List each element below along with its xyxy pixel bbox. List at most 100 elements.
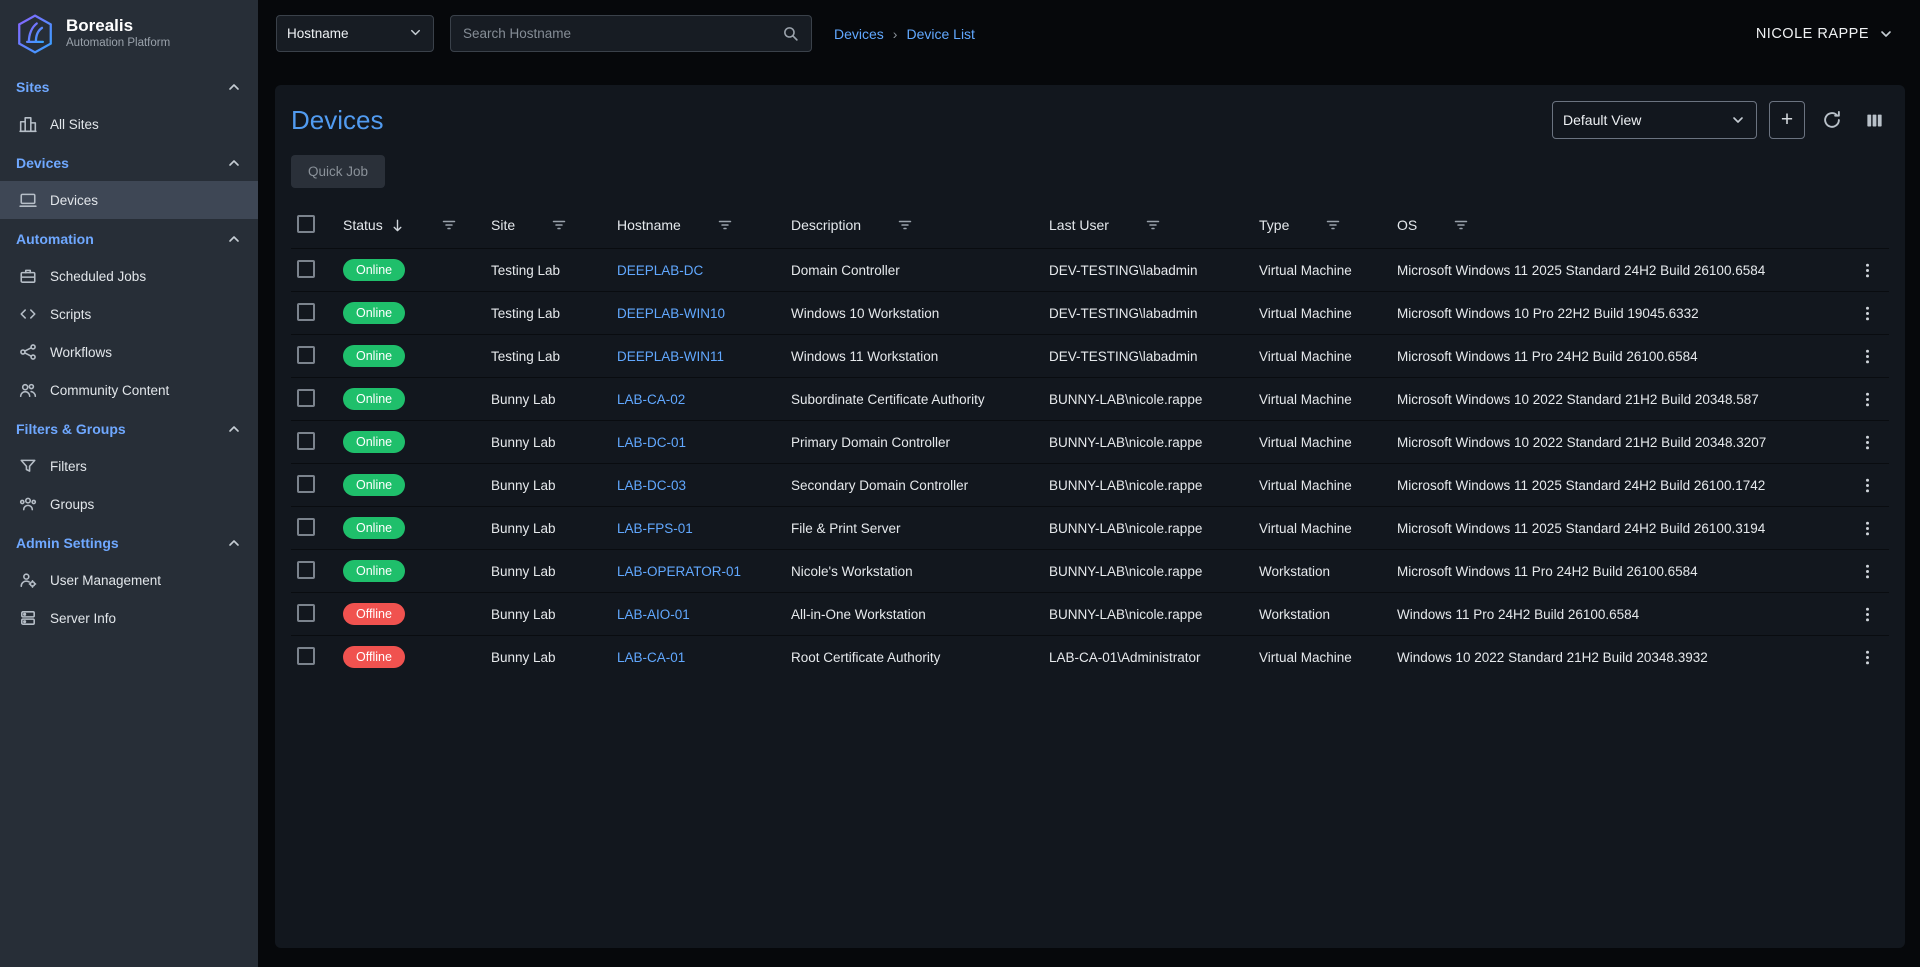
filter-icon[interactable] xyxy=(1453,217,1469,233)
sidebar-item-label: Server Info xyxy=(50,611,116,626)
table-row: Online Bunny Lab LAB-FPS-01 File & Print… xyxy=(291,506,1889,549)
row-actions-button[interactable] xyxy=(1845,262,1889,279)
sort-desc-icon[interactable] xyxy=(390,218,405,233)
description-cell: Windows 10 Workstation xyxy=(787,306,1045,321)
sidebar-item-filters[interactable]: Filters xyxy=(0,447,258,485)
hostname-link[interactable]: LAB-CA-01 xyxy=(613,650,787,665)
column-header-type[interactable]: Type xyxy=(1255,217,1393,233)
borealis-logo-icon xyxy=(14,13,56,55)
filter-icon[interactable] xyxy=(551,217,567,233)
sidebar-item-community-content[interactable]: Community Content xyxy=(0,371,258,409)
search-icon[interactable] xyxy=(782,25,799,42)
sidebar-section-admin-settings[interactable]: Admin Settings xyxy=(0,523,258,561)
filter-icon[interactable] xyxy=(717,217,733,233)
column-settings-button[interactable] xyxy=(1859,105,1889,135)
filter-icon[interactable] xyxy=(1325,217,1341,233)
row-checkbox[interactable] xyxy=(297,432,315,450)
hostname-link[interactable]: DEEPLAB-DC xyxy=(613,263,787,278)
row-checkbox[interactable] xyxy=(297,260,315,278)
row-checkbox[interactable] xyxy=(297,303,315,321)
user-gear-icon xyxy=(19,571,37,589)
add-view-button[interactable]: + xyxy=(1769,101,1805,139)
hostname-link[interactable]: LAB-OPERATOR-01 xyxy=(613,564,787,579)
breadcrumb-devices[interactable]: Devices xyxy=(834,26,884,42)
os-cell: Microsoft Windows 11 2025 Standard 24H2 … xyxy=(1393,263,1845,278)
row-checkbox[interactable] xyxy=(297,647,315,665)
kebab-menu-icon xyxy=(1859,649,1876,666)
hostname-link[interactable]: LAB-FPS-01 xyxy=(613,521,787,536)
row-actions-button[interactable] xyxy=(1845,520,1889,537)
chevron-down-icon xyxy=(408,25,423,43)
row-checkbox[interactable] xyxy=(297,561,315,579)
last-user-cell: DEV-TESTING\labadmin xyxy=(1045,306,1255,321)
last-user-cell: BUNNY-LAB\nicole.rappe xyxy=(1045,435,1255,450)
breadcrumb-device-list[interactable]: Device List xyxy=(906,26,974,42)
sidebar-item-user-management[interactable]: User Management xyxy=(0,561,258,599)
section-label: Automation xyxy=(16,231,94,247)
filter-icon[interactable] xyxy=(1145,217,1161,233)
sidebar-item-server-info[interactable]: Server Info xyxy=(0,599,258,637)
row-actions-button[interactable] xyxy=(1845,606,1889,623)
quick-job-button[interactable]: Quick Job xyxy=(291,155,385,188)
row-checkbox[interactable] xyxy=(297,346,315,364)
row-actions-button[interactable] xyxy=(1845,348,1889,365)
user-menu[interactable]: NICOLE RAPPE xyxy=(1756,26,1894,42)
sidebar-item-workflows[interactable]: Workflows xyxy=(0,333,258,371)
search-input[interactable] xyxy=(463,26,782,41)
table-row: Online Testing Lab DEEPLAB-WIN11 Windows… xyxy=(291,334,1889,377)
column-header-status[interactable]: Status xyxy=(339,217,487,233)
hostname-link[interactable]: LAB-DC-01 xyxy=(613,435,787,450)
sidebar-item-all-sites[interactable]: All Sites xyxy=(0,105,258,143)
sidebar-item-scripts[interactable]: Scripts xyxy=(0,295,258,333)
row-actions-button[interactable] xyxy=(1845,434,1889,451)
os-cell: Windows 10 2022 Standard 21H2 Build 2034… xyxy=(1393,650,1845,665)
refresh-button[interactable] xyxy=(1817,105,1847,135)
row-actions-button[interactable] xyxy=(1845,563,1889,580)
filter-icon[interactable] xyxy=(441,217,457,233)
description-cell: Primary Domain Controller xyxy=(787,435,1045,450)
sidebar-section-devices[interactable]: Devices xyxy=(0,143,258,181)
column-header-os[interactable]: OS xyxy=(1393,217,1845,233)
row-checkbox[interactable] xyxy=(297,475,315,493)
row-actions-button[interactable] xyxy=(1845,649,1889,666)
select-all-checkbox[interactable] xyxy=(297,215,315,233)
row-checkbox[interactable] xyxy=(297,604,315,622)
last-user-cell: BUNNY-LAB\nicole.rappe xyxy=(1045,607,1255,622)
people-icon xyxy=(19,381,37,399)
site-cell: Testing Lab xyxy=(487,263,613,278)
hostname-link[interactable]: LAB-CA-02 xyxy=(613,392,787,407)
user-name: NICOLE RAPPE xyxy=(1756,26,1869,42)
row-actions-button[interactable] xyxy=(1845,477,1889,494)
sidebar-item-groups[interactable]: Groups xyxy=(0,485,258,523)
search-field-select[interactable]: Hostname xyxy=(276,15,434,52)
kebab-menu-icon xyxy=(1859,520,1876,537)
last-user-cell: BUNNY-LAB\nicole.rappe xyxy=(1045,392,1255,407)
hostname-link[interactable]: DEEPLAB-WIN10 xyxy=(613,306,787,321)
hostname-link[interactable]: LAB-DC-03 xyxy=(613,478,787,493)
row-actions-button[interactable] xyxy=(1845,391,1889,408)
section-label: Devices xyxy=(16,155,69,171)
column-header-last-user[interactable]: Last User xyxy=(1045,217,1255,233)
kebab-menu-icon xyxy=(1859,262,1876,279)
server-icon xyxy=(19,609,37,627)
view-select[interactable]: Default View xyxy=(1552,101,1757,139)
column-header-description[interactable]: Description xyxy=(787,217,1045,233)
sidebar-section-sites[interactable]: Sites xyxy=(0,67,258,105)
device-table-body: Online Testing Lab DEEPLAB-DC Domain Con… xyxy=(291,248,1889,678)
column-header-site[interactable]: Site xyxy=(487,217,613,233)
row-checkbox[interactable] xyxy=(297,389,315,407)
sidebar-item-devices[interactable]: Devices xyxy=(0,181,258,219)
column-header-hostname[interactable]: Hostname xyxy=(613,217,787,233)
sidebar-item-label: Scripts xyxy=(50,307,91,322)
description-cell: Nicole's Workstation xyxy=(787,564,1045,579)
type-cell: Virtual Machine xyxy=(1255,521,1393,536)
row-actions-button[interactable] xyxy=(1845,305,1889,322)
hostname-link[interactable]: LAB-AIO-01 xyxy=(613,607,787,622)
sidebar-item-scheduled-jobs[interactable]: Scheduled Jobs xyxy=(0,257,258,295)
filter-icon[interactable] xyxy=(897,217,913,233)
hostname-link[interactable]: DEEPLAB-WIN11 xyxy=(613,349,787,364)
sidebar-section-automation[interactable]: Automation xyxy=(0,219,258,257)
chevron-up-icon xyxy=(226,155,242,171)
row-checkbox[interactable] xyxy=(297,518,315,536)
sidebar-section-filters-groups[interactable]: Filters & Groups xyxy=(0,409,258,447)
